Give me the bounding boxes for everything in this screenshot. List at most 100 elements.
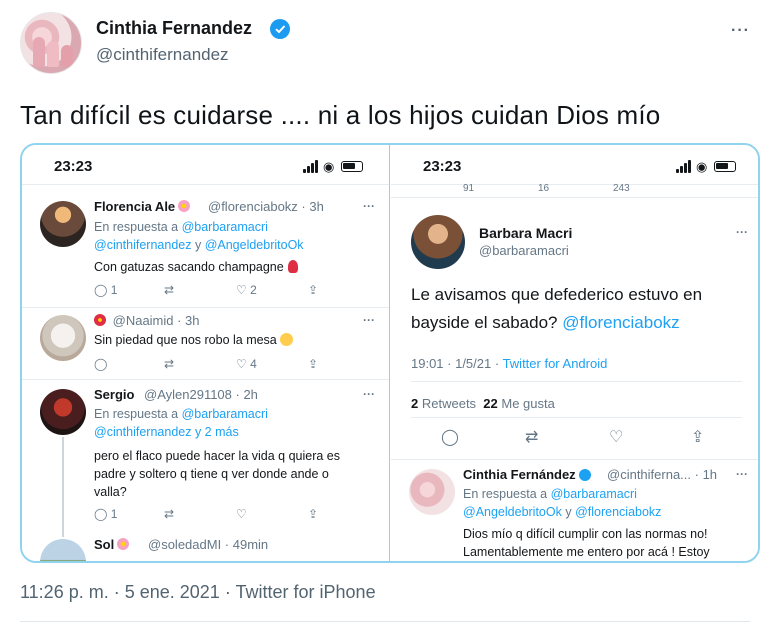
reply-text-line: pero el flaco puede hacer la vida q quie… <box>94 449 340 463</box>
like-icon[interactable]: ♡ <box>236 507 247 521</box>
reply-avatar[interactable] <box>40 539 86 561</box>
divider <box>391 197 758 198</box>
reply-to-line: En respuesta a @barbaramacri <box>463 487 637 501</box>
share-icon[interactable]: ⇪ <box>308 283 318 297</box>
more-options-icon[interactable]: ··· <box>736 467 748 481</box>
flower-emoji-icon <box>117 538 130 550</box>
thread-line <box>62 437 64 537</box>
verified-badge-icon <box>579 469 592 481</box>
like-icon[interactable]: ♡ 4 <box>236 357 257 371</box>
reply-count: 91 <box>463 183 475 194</box>
reply-author-handle: @soledadMI · 49min <box>148 537 269 552</box>
mention-link[interactable]: @cinthifernandez <box>94 238 191 252</box>
divider <box>22 307 389 308</box>
status-bar: 23:23 ◉ <box>22 145 389 185</box>
sweat-smile-emoji-icon <box>279 333 293 346</box>
reply-author-name[interactable]: Florencia Ale <box>94 199 193 214</box>
flower-emoji-icon <box>178 200 191 212</box>
main-tweet-actions: ◯ ⇄ ♡ ⇪ <box>391 427 758 451</box>
more-options-icon[interactable]: ··· <box>363 387 375 401</box>
reply-author-name[interactable]: Sergio <box>94 387 134 402</box>
main-tweet-text-line: bayside el sabado? @florenciabokz <box>411 313 680 332</box>
more-options-icon[interactable]: ··· <box>363 313 375 327</box>
reply-author-handle: @florenciabokz · 3h <box>208 199 324 214</box>
mention-link[interactable]: @cinthifernandez y 2 más <box>94 425 239 439</box>
share-icon[interactable]: ⇪ <box>691 427 704 447</box>
tweet-source[interactable]: Twitter for iPhone <box>236 582 376 602</box>
tweet-meta: 11:26 p. m. · 5 ene. 2021 · Twitter for … <box>20 582 376 603</box>
wifi-icon: ◉ <box>323 159 335 174</box>
reply-avatar[interactable] <box>40 315 86 361</box>
status-bar: 23:23 ◉ <box>391 145 758 185</box>
divider <box>22 379 389 380</box>
reply-to-line-2: @cinthifernandez y 2 más <box>94 425 239 439</box>
source-link[interactable]: Twitter for Android <box>503 356 608 371</box>
status-icons: ◉ <box>303 159 363 174</box>
reply-avatar[interactable] <box>409 469 455 515</box>
likes-label[interactable]: Me gusta <box>501 396 554 411</box>
share-icon[interactable]: ⇪ <box>308 357 318 371</box>
rose-emoji-icon <box>94 314 106 326</box>
reply-to-line-2: @AngeldebritoOk y @florenciabokz <box>463 505 662 519</box>
mention-link[interactable]: @florenciabokz <box>562 313 679 332</box>
like-icon[interactable]: ♡ 2 <box>236 283 257 297</box>
retweets-label[interactable]: Retweets <box>422 396 476 411</box>
retweet-icon[interactable]: ⇄ <box>164 357 174 371</box>
author-handle[interactable]: @cinthifernandez <box>96 45 229 65</box>
mention-link[interactable]: @barbaramacri <box>182 220 268 234</box>
tweet-timestamp[interactable]: 11:26 p. m. · 5 ene. 2021 <box>20 582 220 602</box>
retweet-count: 16 <box>538 183 550 194</box>
reply-icon[interactable]: ◯ 1 <box>94 507 117 521</box>
dancer-emoji-icon <box>287 260 298 273</box>
reply-text: Sin piedad que nos robo la mesa <box>94 333 293 347</box>
status-time: 23:23 <box>54 158 93 175</box>
main-tweet-author-name[interactable]: Barbara Macri <box>479 225 572 241</box>
mention-link[interactable]: @barbaramacri <box>182 407 268 421</box>
left-screenshot: 23:23 ◉ Florencia Ale @florenciabokz · 3… <box>22 145 390 561</box>
reply-avatar[interactable] <box>40 389 86 435</box>
reply-text-line: Lamentablemente me entero por acá ! Esto… <box>463 545 710 559</box>
main-tweet-author-handle: @barbaramacri <box>479 243 569 258</box>
divider <box>411 381 742 382</box>
reply-avatar[interactable] <box>40 201 86 247</box>
mention-link[interactable]: @florenciabokz <box>575 505 661 519</box>
mention-link[interactable]: @AngeldebritoOk <box>463 505 562 519</box>
like-count: 243 <box>613 183 630 194</box>
right-screenshot: 23:23 ◉ 91 16 243 Barbara Macri @barbara… <box>391 145 758 561</box>
author-avatar[interactable] <box>20 12 82 74</box>
main-tweet-avatar[interactable] <box>411 215 465 269</box>
reply-author-handle: @Naaimid · 3h <box>94 313 200 328</box>
reply-author-name[interactable]: Cinthia Fernández <box>463 467 592 482</box>
meta-separator: · <box>224 582 231 602</box>
divider <box>391 459 758 460</box>
mention-link[interactable]: @barbaramacri <box>551 487 637 501</box>
reply-author-handle: @Aylen291108 · 2h <box>144 387 258 402</box>
reply-author-name[interactable]: Sol <box>94 537 132 552</box>
main-tweet-text-line: Le avisamos que defederico estuvo en <box>411 285 703 304</box>
tweet-text: Tan difícil es cuidarse .... ni a los hi… <box>20 100 661 130</box>
verified-badge-icon <box>270 19 290 39</box>
reply-text: Con gatuzas sacando champagne <box>94 260 298 274</box>
author-name[interactable]: Cinthia Fernandez <box>96 18 252 39</box>
retweet-icon[interactable]: ⇄ <box>164 283 174 297</box>
more-options-icon[interactable]: ··· <box>363 199 375 213</box>
reply-text-line: Dios mío q difícil cumplir con las norma… <box>463 527 708 541</box>
retweet-icon[interactable]: ⇄ <box>164 507 174 521</box>
mention-link[interactable]: @AngeldebritoOk <box>205 238 304 252</box>
wifi-icon: ◉ <box>696 159 708 174</box>
reply-icon[interactable]: ◯ 1 <box>94 283 117 297</box>
reply-icon[interactable]: ◯ <box>94 357 107 371</box>
tweet-media-image[interactable]: 23:23 ◉ Florencia Ale @florenciabokz · 3… <box>20 143 760 563</box>
divider <box>411 417 742 418</box>
reply-icon[interactable]: ◯ <box>441 427 459 447</box>
main-tweet-stats: 2 Retweets 22 Me gusta <box>411 396 555 411</box>
more-options-icon[interactable]: ··· <box>736 225 748 239</box>
share-icon[interactable]: ⇪ <box>308 507 318 521</box>
more-options-icon[interactable]: ··· <box>731 22 750 40</box>
tweet-header: Cinthia Fernandez @cinthifernandez ··· <box>20 12 750 78</box>
divider <box>20 621 750 622</box>
battery-icon <box>341 161 363 172</box>
retweet-icon[interactable]: ⇄ <box>525 427 538 447</box>
like-icon[interactable]: ♡ <box>609 427 623 447</box>
reply-to-line: En respuesta a @barbaramacri <box>94 407 268 421</box>
